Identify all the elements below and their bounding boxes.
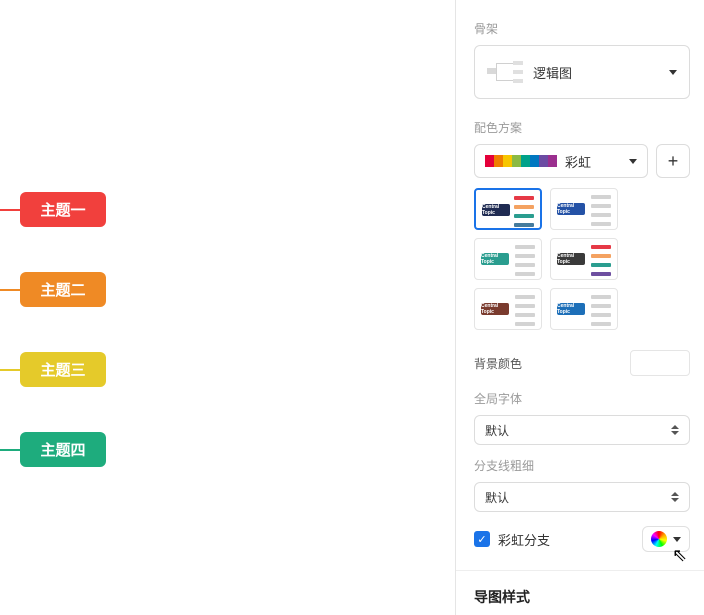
branchwidth-value: 默认 [485, 489, 509, 506]
branchwidth-select[interactable]: 默认 [474, 482, 690, 512]
branchwidth-label: 分支线粗细 [474, 457, 690, 474]
skeleton-value: 逻辑图 [533, 63, 669, 82]
theme-card-4[interactable]: Central Topic [474, 288, 542, 330]
theme-card-0[interactable]: Central Topic [474, 188, 542, 230]
bgcolor-button[interactable] [630, 350, 690, 376]
topic-node-3[interactable]: 主题三 [20, 352, 106, 387]
topic-node-2[interactable]: 主题二 [20, 272, 106, 307]
topic-node-1[interactable]: 主题一 [20, 192, 106, 227]
mapstyle-heading: 导图样式 [474, 587, 690, 607]
rainbow-branch-checkbox[interactable]: ✓ [474, 531, 490, 547]
stepper-icon [671, 492, 679, 502]
palette-value: 彩虹 [565, 152, 629, 171]
format-panel: 骨架 逻辑图 配色方案 彩虹 + Central TopicCentral To… [455, 0, 704, 615]
rainbow-branch-label: 彩虹分支 [498, 530, 550, 549]
logic-diagram-icon [487, 57, 523, 87]
mindmap-canvas[interactable]: 主题一 主题二 主题三 主题四 [0, 0, 455, 615]
palette-select[interactable]: 彩虹 [474, 144, 648, 178]
chevron-down-icon [673, 537, 681, 542]
palette-label: 配色方案 [474, 119, 690, 136]
topic-node-4[interactable]: 主题四 [20, 432, 106, 467]
globalfont-value: 默认 [485, 422, 509, 439]
theme-card-2[interactable]: Central Topic [474, 238, 542, 280]
bgcolor-label: 背景颜色 [474, 355, 522, 372]
stepper-icon [671, 425, 679, 435]
skeleton-label: 骨架 [474, 20, 690, 37]
rainbow-color-button[interactable] [642, 526, 690, 552]
color-wheel-icon [651, 531, 667, 547]
theme-card-1[interactable]: Central Topic [550, 188, 618, 230]
add-palette-button[interactable]: + [656, 144, 690, 178]
palette-swatch-icon [485, 155, 557, 167]
globalfont-label: 全局字体 [474, 390, 690, 407]
theme-grid: Central TopicCentral TopicCentral TopicC… [474, 188, 690, 330]
theme-card-3[interactable]: Central Topic [550, 238, 618, 280]
globalfont-select[interactable]: 默认 [474, 415, 690, 445]
skeleton-select[interactable]: 逻辑图 [474, 45, 690, 99]
theme-card-5[interactable]: Central Topic [550, 288, 618, 330]
chevron-down-icon [669, 70, 677, 75]
chevron-down-icon [629, 159, 637, 164]
